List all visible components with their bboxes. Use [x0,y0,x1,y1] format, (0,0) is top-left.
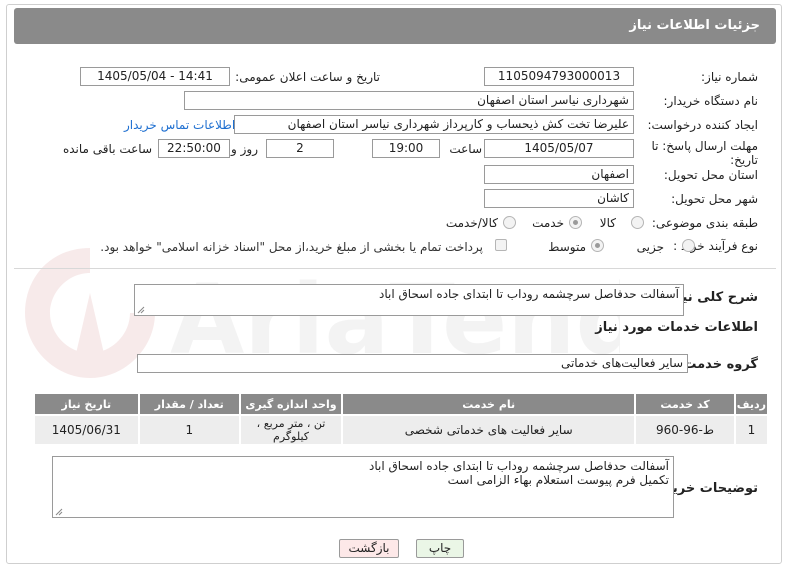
category-radio-goods[interactable] [631,216,644,229]
resize-grip-icon[interactable] [55,508,63,516]
remaining-label: ساعت باقی مانده [62,142,152,156]
col-unit: واحد اندازه گیری [238,392,344,416]
page-title: جزئیات اطلاعات نیاز [629,18,760,33]
category-option-goods: کالا [599,216,616,230]
creator-field: علیرضا تخت کش ذیحساب و کارپرداز شهرداری … [234,115,634,134]
cell-qty: 1 [137,414,241,446]
payment-note: پرداخت تمام یا بخشی از مبلغ خرید،از محل … [100,240,483,254]
services-table: ردیف کد خدمت نام خدمت واحد اندازه گیری ت… [33,392,770,446]
print-button[interactable]: چاپ [416,539,464,558]
col-index: ردیف [733,392,770,416]
city-field: کاشان [484,189,634,208]
category-option-goods-service: کالا/خدمت [445,216,498,230]
process-radio-medium[interactable] [591,239,604,252]
deadline-time-field: 19:00 [372,139,440,158]
col-qty: تعداد / مقدار [137,392,241,416]
province-field: اصفهان [484,165,634,184]
need-number-label: شماره نیاز: [701,70,758,84]
summary-field: آسفالت حدفاصل سرچشمه روداب تا ابتدای جاد… [134,284,684,316]
deadline-time-label: ساعت [449,142,482,156]
process-option-minor: جزیی [636,240,664,254]
summary-text: آسفالت حدفاصل سرچشمه روداب تا ابتدای جاد… [379,287,679,301]
deadline-label: مهلت ارسال پاسخ: تا تاریخ: [651,139,758,167]
buyer-field: شهرداری نیاسر استان اصفهان [184,91,634,110]
process-radio-minor[interactable] [682,239,695,252]
deadline-date-field: 1405/05/07 [484,139,634,158]
buyer-label: نام دستگاه خریدار: [663,94,759,108]
buyer-notes-field: آسفالت حدفاصل سرچشمه روداب تا ابتدای جاد… [52,456,674,518]
days-field: 2 [266,139,334,158]
resize-grip-icon[interactable] [137,306,145,314]
services-section-title: اطلاعات خدمات مورد نیاز [595,320,758,335]
announce-field: 1405/05/04 - 14:41 [80,67,230,86]
category-radio-service[interactable] [569,216,582,229]
col-name: نام خدمت [341,392,637,416]
remaining-field: 22:50:00 [158,139,230,158]
back-button[interactable]: بازگشت [339,539,399,558]
title-bar: جزئیات اطلاعات نیاز [14,8,776,44]
cell-date: 1405/06/31 [33,414,140,446]
cell-unit: تن ، متر مربع ، کیلوگرم [238,414,344,446]
need-number-field: 1105094793000013 [484,67,634,86]
category-label: طبقه بندی موضوعی: [651,216,758,230]
category-radio-goods-service[interactable] [503,216,516,229]
divider [14,268,776,269]
announce-label: تاریخ و ساعت اعلان عمومی: [235,70,380,84]
cell-name: سایر فعالیت های خدماتی شخصی [341,414,637,446]
contact-info-link[interactable]: اطلاعات تماس خریدار [124,118,235,132]
process-option-medium: متوسط [548,240,586,254]
table-header-row: ردیف کد خدمت نام خدمت واحد اندازه گیری ت… [33,392,770,416]
city-label: شهر محل تحویل: [671,192,758,206]
treasury-checkbox[interactable] [495,239,507,251]
buyer-notes-line2: تکمیل فرم پیوست استعلام بهاء الزامی است [447,473,669,487]
col-code: کد خدمت [634,392,736,416]
service-group-label: گروه خدمت: [678,357,758,372]
buyer-notes-line1: آسفالت حدفاصل سرچشمه روداب تا ابتدای جاد… [369,459,669,473]
cell-code: ط-96-960 [634,414,736,446]
category-option-service: خدمت [532,216,564,230]
service-group-field: سایر فعالیت‌های خدماتی [137,354,688,373]
days-label: روز و [231,142,258,156]
table-row: 1 ط-96-960 سایر فعالیت های خدماتی شخصی ت… [33,414,770,446]
creator-label: ایجاد کننده درخواست: [647,118,758,132]
cell-index: 1 [733,414,770,446]
province-label: استان محل تحویل: [663,168,758,182]
col-date: تاریخ نیاز [33,392,140,416]
